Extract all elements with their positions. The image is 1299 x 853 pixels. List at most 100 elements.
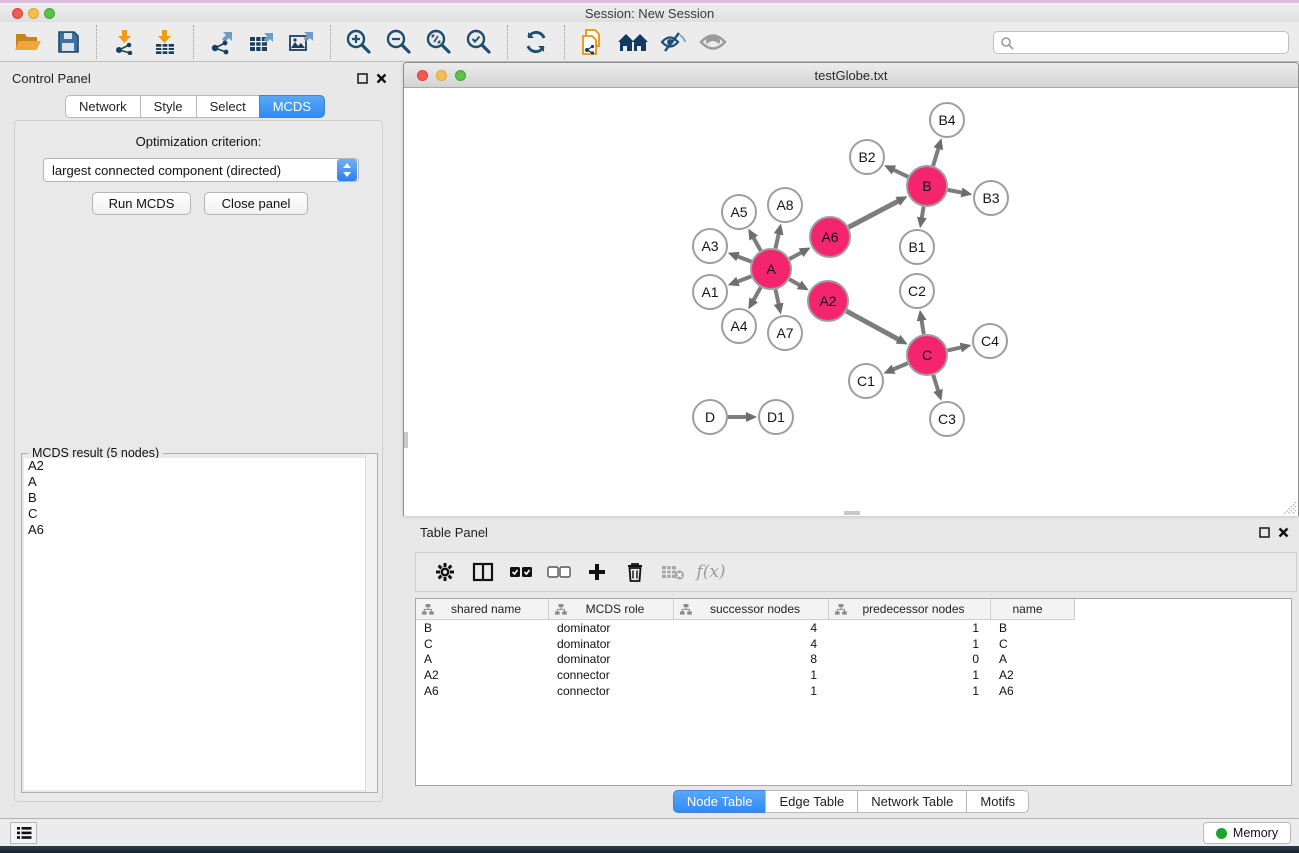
table-cell[interactable]: dominator (549, 637, 674, 651)
edge-C-C4[interactable] (947, 347, 961, 350)
edge-A-A1[interactable] (737, 276, 751, 281)
add-column-icon[interactable] (580, 557, 614, 587)
first-neighbors-icon[interactable] (616, 25, 650, 59)
network-window-titlebar[interactable]: testGlobe.txt (404, 63, 1298, 88)
export-table-icon[interactable] (245, 25, 279, 59)
table-cell[interactable]: 8 (674, 652, 829, 666)
hide-graphics-details-icon[interactable] (656, 25, 690, 59)
node-table[interactable]: shared nameMCDS rolesuccessor nodesprede… (415, 598, 1292, 786)
tab-style[interactable]: Style (140, 95, 197, 118)
task-history-button[interactable] (10, 822, 37, 844)
table-cell[interactable]: dominator (549, 621, 674, 635)
edge-A-A5[interactable] (753, 237, 761, 250)
table-cell[interactable]: C (416, 637, 549, 651)
optimization-criterion-select[interactable]: largest connected component (directed) (43, 158, 359, 182)
mcds-result-list[interactable]: A2ABCA6 (24, 458, 375, 790)
zoom-in-icon[interactable] (342, 25, 376, 59)
edge-A-A2[interactable] (789, 279, 800, 285)
table-cell[interactable]: A6 (416, 684, 549, 698)
tab-mcds[interactable]: MCDS (259, 95, 325, 118)
table-cell[interactable]: A2 (991, 668, 1075, 682)
table-cell[interactable]: dominator (549, 652, 674, 666)
network-graph[interactable]: AA1A2A3A4A5A6A7A8BB1B2B3B4CC1C2C3C4DD1 (404, 88, 1298, 516)
tab-select[interactable]: Select (196, 95, 260, 118)
unselect-all-columns-icon[interactable] (542, 557, 576, 587)
table-row[interactable]: A2connector11A2 (416, 667, 1291, 683)
tab-network-table[interactable]: Network Table (857, 790, 967, 813)
table-cell[interactable]: A6 (991, 684, 1075, 698)
zoom-out-icon[interactable] (382, 25, 416, 59)
column-header-shared-name[interactable]: shared name (416, 599, 549, 620)
export-network-icon[interactable] (205, 25, 239, 59)
resize-grip-icon[interactable] (1284, 502, 1297, 515)
edge-A-A6[interactable] (789, 252, 801, 259)
close-panel-button[interactable]: Close panel (204, 192, 308, 215)
canvas-vertical-scrollbar[interactable] (404, 432, 408, 448)
table-cell[interactable]: 4 (674, 637, 829, 651)
table-row[interactable]: Cdominator41C (416, 636, 1291, 652)
mcds-result-item[interactable]: C (24, 506, 375, 522)
mcds-result-item[interactable]: A (24, 474, 375, 490)
column-header-name[interactable]: name (991, 599, 1075, 620)
edge-B-B4[interactable] (933, 148, 938, 166)
table-cell[interactable]: B (416, 621, 549, 635)
select-all-columns-icon[interactable] (504, 557, 538, 587)
edge-C-C1[interactable] (893, 363, 908, 369)
tab-edge-table[interactable]: Edge Table (765, 790, 858, 813)
apply-preferred-layout-icon[interactable] (519, 25, 553, 59)
zoom-fit-icon[interactable] (422, 25, 456, 59)
table-row[interactable]: Bdominator41B (416, 620, 1291, 636)
table-cell[interactable]: 1 (829, 637, 991, 651)
edge-A2-C[interactable] (846, 311, 898, 340)
column-header-MCDS-role[interactable]: MCDS role (549, 599, 674, 620)
mcds-result-item[interactable]: A6 (24, 522, 375, 538)
memory-button[interactable]: Memory (1203, 822, 1291, 844)
edge-A-A3[interactable] (737, 256, 751, 261)
table-cell[interactable]: B (991, 621, 1075, 635)
delete-columns-icon[interactable] (618, 557, 652, 587)
table-cell[interactable]: 1 (829, 621, 991, 635)
table-cell[interactable]: 1 (674, 684, 829, 698)
run-mcds-button[interactable]: Run MCDS (92, 192, 191, 215)
mcds-result-item[interactable]: B (24, 490, 375, 506)
edge-A6-B[interactable] (849, 201, 899, 227)
network-canvas[interactable]: AA1A2A3A4A5A6A7A8BB1B2B3B4CC1C2C3C4DD1 (404, 88, 1298, 516)
edge-A-A7[interactable] (775, 290, 778, 305)
edge-B-B3[interactable] (948, 190, 963, 193)
table-cell[interactable]: A (416, 652, 549, 666)
tab-motifs[interactable]: Motifs (966, 790, 1029, 813)
canvas-horizontal-scrollbar[interactable] (844, 511, 860, 515)
table-cell[interactable]: connector (549, 668, 674, 682)
column-header-predecessor-nodes[interactable]: predecessor nodes (829, 599, 991, 620)
table-cell[interactable]: 1 (674, 668, 829, 682)
close-table-panel-icon[interactable] (1277, 526, 1290, 539)
open-network-document-icon[interactable] (576, 25, 610, 59)
table-settings-icon[interactable] (428, 557, 462, 587)
tab-node-table[interactable]: Node Table (673, 790, 767, 813)
edge-C-C3[interactable] (933, 375, 938, 391)
zoom-selected-icon[interactable] (462, 25, 496, 59)
edge-A-A4[interactable] (753, 287, 761, 300)
save-session-icon[interactable] (51, 25, 85, 59)
open-file-icon[interactable] (11, 25, 45, 59)
export-image-icon[interactable] (285, 25, 319, 59)
table-row[interactable]: Adominator80A (416, 652, 1291, 668)
function-builder-icon[interactable]: f(x) (694, 557, 728, 587)
column-header-successor-nodes[interactable]: successor nodes (674, 599, 829, 620)
edge-B-B1[interactable] (922, 207, 924, 219)
mcds-list-scrollbar[interactable] (365, 454, 377, 792)
delete-table-icon[interactable] (656, 557, 690, 587)
table-cell[interactable]: A2 (416, 668, 549, 682)
table-cell[interactable]: 0 (829, 652, 991, 666)
table-cell[interactable]: A (991, 652, 1075, 666)
tab-network[interactable]: Network (65, 95, 141, 118)
table-cell[interactable]: 1 (829, 668, 991, 682)
mcds-result-item[interactable]: A2 (24, 458, 375, 474)
show-graphics-details-icon[interactable] (696, 25, 730, 59)
search-input[interactable] (993, 31, 1289, 54)
table-cell[interactable]: 4 (674, 621, 829, 635)
search-field[interactable] (1014, 34, 1288, 52)
close-panel-icon[interactable] (375, 72, 388, 85)
float-panel-icon[interactable] (356, 72, 369, 85)
show-column-panel-icon[interactable] (466, 557, 500, 587)
